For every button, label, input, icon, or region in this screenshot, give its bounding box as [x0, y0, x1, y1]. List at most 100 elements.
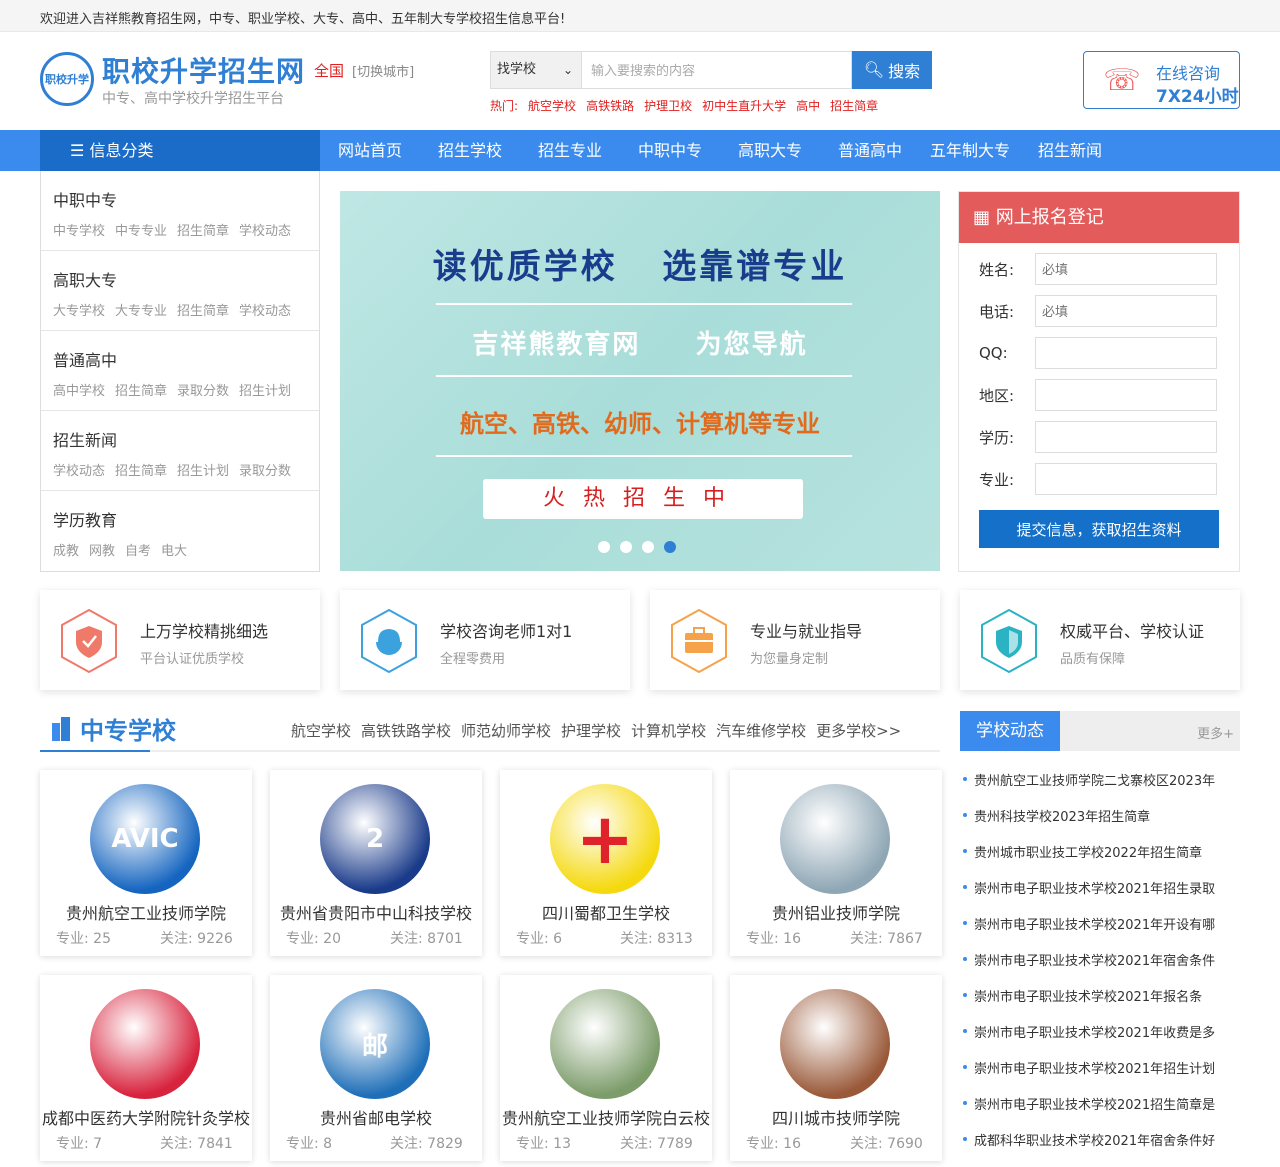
school-type-link[interactable]: 护理学校: [561, 720, 621, 741]
sidebar-group-title[interactable]: 中职中专: [53, 187, 319, 211]
school-card[interactable]: AVIC 贵州航空工业技师学院 专业: 25 关注: 9226: [40, 770, 252, 956]
sidebar-group-title[interactable]: 普通高中: [53, 347, 319, 371]
school-card[interactable]: + 四川蜀都卫生学校 专业: 6 关注: 8313: [500, 770, 712, 956]
school-logo[interactable]: +: [550, 784, 660, 894]
school-logo[interactable]: [780, 784, 890, 894]
school-name[interactable]: 四川城市技师学院: [730, 1105, 942, 1129]
search-type-select[interactable]: 找学校 ⌄: [490, 51, 582, 89]
hot-link[interactable]: 护理卫校: [644, 97, 692, 114]
sidebar-group-title[interactable]: 招生新闻: [53, 427, 319, 451]
school-card[interactable]: 贵州航空工业技师学院白云校 专业: 13 关注: 7789: [500, 975, 712, 1161]
sidebar-link[interactable]: 中专专业: [115, 220, 167, 239]
nav-item-home[interactable]: 网站首页: [320, 130, 420, 171]
hot-link[interactable]: 高中: [796, 97, 820, 114]
school-card[interactable]: 四川城市技师学院 专业: 16 关注: 7690: [730, 975, 942, 1161]
news-item[interactable]: 成都科华职业技术学校2021年宿舍条件好: [960, 1130, 1240, 1166]
submit-button[interactable]: 提交信息，获取招生资料: [979, 510, 1219, 548]
switch-city-link[interactable]: [切换城市]: [352, 61, 414, 80]
sidebar-link[interactable]: 招生计划: [177, 460, 229, 479]
nav-item-highschool[interactable]: 普通高中: [820, 130, 920, 171]
logo-icon[interactable]: 职校升学: [40, 52, 94, 106]
sidebar-link[interactable]: 高中学校: [53, 380, 105, 399]
carousel-dot[interactable]: [642, 541, 654, 553]
search-input[interactable]: [582, 51, 852, 89]
sidebar-link[interactable]: 招生计划: [239, 380, 291, 399]
sidebar-group-title[interactable]: 高职大专: [53, 267, 319, 291]
school-card[interactable]: 贵州铝业技师学院 专业: 16 关注: 7867: [730, 770, 942, 956]
nav-item-news[interactable]: 招生新闻: [1020, 130, 1120, 171]
carousel-dot[interactable]: [620, 541, 632, 553]
news-item[interactable]: 贵州城市职业技工学校2022年招生简章: [960, 842, 1240, 878]
nav-item-schools[interactable]: 招生学校: [420, 130, 520, 171]
news-item[interactable]: 崇州市电子职业技术学校2021招生简章是: [960, 1094, 1240, 1130]
school-name[interactable]: 成都中医药大学附院针灸学校: [40, 1105, 252, 1129]
nav-item-college[interactable]: 高职大专: [720, 130, 820, 171]
sidebar-link[interactable]: 学校动态: [239, 300, 291, 319]
sidebar-link[interactable]: 招生简章: [115, 460, 167, 479]
school-card[interactable]: 2 贵州省贵阳市中山科技学校 专业: 20 关注: 8701: [270, 770, 482, 956]
hot-link[interactable]: 高铁铁路: [586, 97, 634, 114]
phone-field[interactable]: [1035, 295, 1217, 327]
school-card[interactable]: 成都中医药大学附院针灸学校 专业: 7 关注: 7841: [40, 975, 252, 1161]
sidebar-link[interactable]: 自考: [125, 540, 151, 559]
nav-item-secondary[interactable]: 中职中专: [620, 130, 720, 171]
carousel-dot[interactable]: [598, 541, 610, 553]
school-type-link[interactable]: 汽车维修学校: [716, 720, 806, 741]
news-item[interactable]: 崇州市电子职业技术学校2021年招生录取: [960, 878, 1240, 914]
category-menu[interactable]: ☰ 信息分类: [40, 130, 320, 171]
hot-link[interactable]: 航空学校: [528, 97, 576, 114]
hero-banner[interactable]: 读优质学校 选靠谱专业 吉祥熊教育网 为您导航 航空、高铁、幼师、计算机等专业 …: [340, 191, 940, 571]
news-item[interactable]: 崇州市电子职业技术学校2021年招生计划: [960, 1058, 1240, 1094]
sidebar-link[interactable]: 录取分数: [239, 460, 291, 479]
nav-item-majors[interactable]: 招生专业: [520, 130, 620, 171]
news-item[interactable]: 崇州市电子职业技术学校2021年开设有哪: [960, 914, 1240, 950]
school-name[interactable]: 贵州航空工业技师学院: [40, 900, 252, 924]
school-logo[interactable]: [550, 989, 660, 1099]
region-field[interactable]: [1035, 379, 1217, 411]
school-logo[interactable]: 邮: [320, 989, 430, 1099]
news-item[interactable]: 崇州市电子职业技术学校2021年收费是多: [960, 1022, 1240, 1058]
school-type-link[interactable]: 师范幼师学校: [461, 720, 551, 741]
sidebar-link[interactable]: 成教: [53, 540, 79, 559]
sidebar-link[interactable]: 网教: [89, 540, 115, 559]
sidebar-link[interactable]: 招生简章: [177, 300, 229, 319]
sidebar-link[interactable]: 大专专业: [115, 300, 167, 319]
major-field[interactable]: [1035, 463, 1217, 495]
school-type-link[interactable]: 高铁铁路学校: [361, 720, 451, 741]
search-button[interactable]: 🔍︎ 搜索: [852, 51, 932, 89]
news-item[interactable]: 崇州市电子职业技术学校2021年宿舍条件: [960, 950, 1240, 986]
name-field[interactable]: [1035, 253, 1217, 285]
sidebar-link[interactable]: 招生简章: [115, 380, 167, 399]
nav-item-five-year[interactable]: 五年制大专: [920, 130, 1020, 171]
school-name[interactable]: 四川蜀都卫生学校: [500, 900, 712, 924]
news-item[interactable]: 崇州市电子职业技术学校2021年报名条: [960, 986, 1240, 1022]
school-name[interactable]: 贵州省邮电学校: [270, 1105, 482, 1129]
news-item[interactable]: 贵州航空工业技师学院二戈寨校区2023年: [960, 770, 1240, 806]
site-title[interactable]: 职校升学招生网: [102, 50, 305, 90]
school-card[interactable]: 邮贵州省邮电学校 专业: 8 关注: 7829: [270, 975, 482, 1161]
sidebar-link[interactable]: 大专学校: [53, 300, 105, 319]
more-schools-link[interactable]: 更多学校>>: [816, 720, 901, 741]
news-more-link[interactable]: 更多+: [1197, 723, 1234, 742]
news-item[interactable]: 贵州科技学校2023年招生简章: [960, 806, 1240, 842]
school-name[interactable]: 贵州省贵阳市中山科技学校: [270, 900, 482, 924]
school-logo[interactable]: [90, 989, 200, 1099]
sidebar-link[interactable]: 学校动态: [53, 460, 105, 479]
hot-link[interactable]: 初中生直升大学: [702, 97, 786, 114]
carousel-dot-active[interactable]: [664, 541, 676, 553]
sidebar-link[interactable]: 学校动态: [239, 220, 291, 239]
qq-field[interactable]: [1035, 337, 1217, 369]
sidebar-group-title[interactable]: 学历教育: [53, 507, 319, 531]
sidebar-link[interactable]: 录取分数: [177, 380, 229, 399]
school-logo[interactable]: [780, 989, 890, 1099]
sidebar-link[interactable]: 招生简章: [177, 220, 229, 239]
education-field[interactable]: [1035, 421, 1217, 453]
school-logo[interactable]: AVIC: [90, 784, 200, 894]
school-name[interactable]: 贵州铝业技师学院: [730, 900, 942, 924]
sidebar-link[interactable]: 电大: [161, 540, 187, 559]
sidebar-link[interactable]: 中专学校: [53, 220, 105, 239]
school-type-link[interactable]: 计算机学校: [631, 720, 706, 741]
hot-link[interactable]: 招生简章: [830, 97, 878, 114]
school-logo[interactable]: 2: [320, 784, 430, 894]
online-consult-button[interactable]: ☏ 在线咨询 7X24小时: [1083, 51, 1240, 109]
